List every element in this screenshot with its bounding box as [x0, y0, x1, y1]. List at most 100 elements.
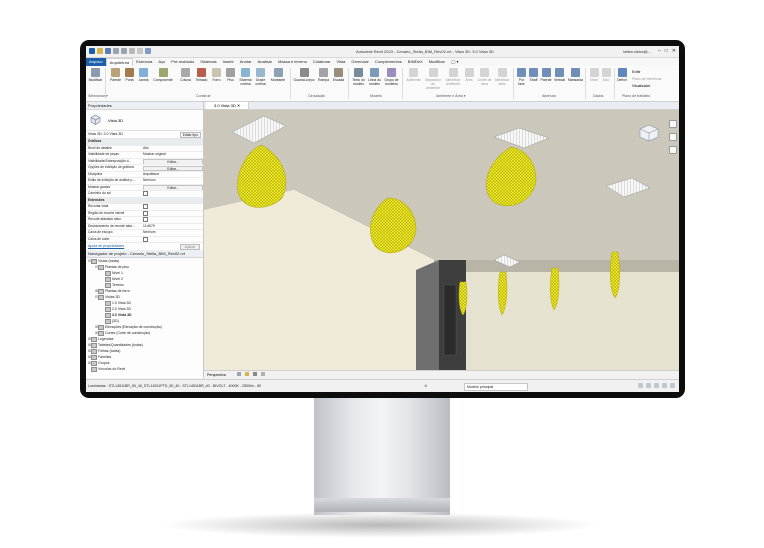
properties-help-link[interactable]: Ajuda de propriedades: [88, 244, 124, 248]
tab-annotate[interactable]: Anotar: [237, 58, 255, 66]
group-select[interactable]: Selecionar ▾: [88, 94, 108, 98]
ref-plane-button[interactable]: Plano de referência: [632, 76, 661, 83]
tab-massing[interactable]: Massa e terreno: [275, 58, 310, 66]
3d-viewport[interactable]: [204, 110, 679, 370]
ceiling-button[interactable]: Forro: [209, 68, 224, 82]
orbit-icon[interactable]: [669, 146, 677, 154]
level-button[interactable]: Nível: [588, 68, 600, 82]
measure-icon[interactable]: [137, 48, 143, 54]
default-3d-view-icon[interactable]: [145, 48, 151, 54]
column-button[interactable]: Coluna: [178, 68, 193, 82]
tab-systems[interactable]: Sistemas: [197, 58, 219, 66]
tab-structure[interactable]: Estrutura: [133, 58, 155, 66]
luminaire[interactable]: [610, 251, 620, 299]
save-icon[interactable]: [105, 48, 111, 54]
tab-more[interactable]: ◯ ▾: [448, 58, 462, 66]
browser-item[interactable]: Vínculos do Revit: [86, 366, 203, 372]
tag-room-button[interactable]: Identificar ambiente: [444, 68, 462, 86]
door-button[interactable]: Porta: [122, 68, 137, 82]
curtain-grid-button[interactable]: Grade cortina: [253, 68, 268, 86]
tab-addins[interactable]: Complementos: [372, 58, 405, 66]
filter-icon[interactable]: [670, 383, 675, 388]
property-checkbox[interactable]: [143, 191, 148, 196]
projection-label[interactable]: Perspectiva: [207, 373, 226, 377]
window-button[interactable]: Janela: [136, 68, 151, 82]
viewcube-icon[interactable]: [639, 124, 659, 142]
property-value[interactable]: 11,6679: [143, 224, 155, 230]
property-value[interactable]: Arquitetura: [143, 172, 159, 178]
tab-steel[interactable]: Aço: [155, 58, 168, 66]
property-value[interactable]: Nenhum: [143, 230, 155, 236]
floor-button[interactable]: Piso: [223, 68, 238, 82]
select-underlay-icon[interactable]: [646, 383, 651, 388]
area-boundary-button[interactable]: Limite de área: [477, 68, 492, 86]
undo-icon[interactable]: [113, 48, 119, 54]
view-tab[interactable]: 3.0 Vista 3D ✕: [206, 102, 250, 109]
shaft-button[interactable]: Shaft: [528, 68, 539, 82]
mullion-button[interactable]: Montante: [269, 68, 287, 82]
stair-button[interactable]: Escada: [331, 68, 346, 82]
tab-collaborate[interactable]: Colaborar: [310, 58, 334, 66]
tab-modify[interactable]: Modificar: [426, 58, 448, 66]
tab-architecture[interactable]: Arquitetura: [105, 58, 134, 66]
ramp-button[interactable]: Rampa: [316, 68, 331, 82]
dormer-button[interactable]: Mansarda: [567, 68, 584, 82]
edit-type-button[interactable]: Editar tipo: [179, 132, 201, 138]
railing-button[interactable]: Guarda-corpo: [293, 68, 315, 82]
tab-insert[interactable]: Inserir: [220, 58, 237, 66]
revit-logo-icon[interactable]: [89, 48, 95, 54]
property-checkbox[interactable]: [143, 217, 148, 222]
property-checkbox[interactable]: [143, 204, 148, 209]
component-button[interactable]: Componente: [152, 68, 174, 82]
model-selector[interactable]: Modelo principal: [464, 383, 528, 391]
room-button[interactable]: Ambiente: [406, 68, 421, 82]
model-text-button[interactable]: Texto do modelo: [351, 68, 366, 86]
tag-area-button[interactable]: Identificar área: [493, 68, 511, 86]
wall-opening-button[interactable]: Parede: [540, 68, 552, 82]
property-value[interactable]: Mostrar original: [143, 152, 166, 158]
zoom-icon[interactable]: [669, 133, 677, 141]
redo-icon[interactable]: [121, 48, 127, 54]
roof-button[interactable]: Telhado: [194, 68, 209, 82]
close-button[interactable]: ✕: [672, 48, 676, 54]
crop-icon[interactable]: [260, 372, 265, 376]
vertical-opening-button[interactable]: Vertical: [553, 68, 566, 82]
select-links-icon[interactable]: [638, 383, 643, 388]
tab-view[interactable]: Vista: [334, 58, 349, 66]
print-icon[interactable]: [129, 48, 135, 54]
select-by-face-icon[interactable]: [662, 383, 667, 388]
view-selector[interactable]: Vista 3D: 3.0 Vista 3D Editar tipo: [86, 131, 203, 139]
by-face-button[interactable]: Por face: [516, 68, 527, 86]
property-checkbox[interactable]: [143, 210, 148, 216]
tab-analyze[interactable]: Analisar: [255, 58, 275, 66]
open-icon[interactable]: [97, 48, 103, 54]
room-separator-button[interactable]: Separador de ambiente: [424, 68, 442, 90]
property-value[interactable]: Nenhum: [143, 178, 155, 184]
wall-button[interactable]: Parede: [108, 68, 123, 82]
modify-button[interactable]: Modificar: [88, 68, 103, 82]
maximize-button[interactable]: □: [665, 48, 668, 54]
property-edit-button[interactable]: Editar...: [143, 185, 203, 191]
select-pinned-icon[interactable]: [654, 383, 659, 388]
property-edit-button[interactable]: Editar...: [143, 159, 203, 165]
curtain-system-button[interactable]: Sistema cortina: [238, 68, 253, 86]
tab-precast[interactable]: Pré-moldado: [168, 58, 197, 66]
shadows-icon[interactable]: [252, 372, 257, 376]
steering-wheel-icon[interactable]: [669, 120, 677, 128]
minimize-button[interactable]: –: [658, 48, 661, 54]
area-button[interactable]: Área: [463, 68, 475, 82]
user-account[interactable]: lattex.vieira@...: [623, 49, 651, 54]
property-value[interactable]: Alto: [143, 146, 149, 152]
set-workplane-button[interactable]: Definir: [616, 68, 628, 82]
model-line-button[interactable]: Linha do modelo: [367, 68, 382, 86]
tab-file[interactable]: Arquivo: [86, 58, 106, 66]
property-checkbox[interactable]: [143, 236, 148, 242]
viewer-button[interactable]: Visualizador: [632, 83, 661, 90]
type-selector[interactable]: Vista 3D: [86, 110, 203, 131]
property-edit-button[interactable]: Editar...: [143, 165, 203, 171]
show-workplane-button[interactable]: Exibir: [632, 69, 661, 76]
model-group-button[interactable]: Grupo de modelos: [384, 68, 399, 86]
apply-button[interactable]: Aplicar: [179, 244, 200, 250]
visual-style-icon[interactable]: [236, 372, 241, 376]
tab-bimdex[interactable]: BIMDeX: [405, 58, 426, 66]
